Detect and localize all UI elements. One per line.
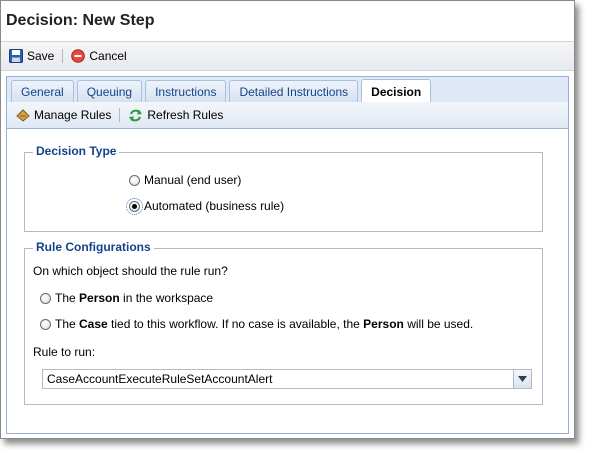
- manual-radio[interactable]: [129, 174, 140, 186]
- dropdown-trigger[interactable]: [513, 370, 531, 388]
- rule-select-value: CaseAccountExecuteRuleSetAccountAlert: [47, 372, 273, 386]
- automated-option[interactable]: Automated (business rule): [126, 197, 285, 215]
- tab-queuing[interactable]: Queuing: [76, 80, 143, 102]
- cancel-icon: [71, 49, 86, 63]
- tab-strip: General Queuing Instructions Detailed In…: [7, 77, 568, 103]
- tab-detailed-instructions[interactable]: Detailed Instructions: [229, 80, 359, 102]
- decision-panel: Manage Rules Refresh Rules Decision Type: [7, 102, 568, 433]
- save-label: Save: [27, 49, 55, 63]
- tab-decision[interactable]: Decision: [361, 79, 432, 103]
- title-bar: Decision: New Step: [1, 1, 574, 42]
- case-label: The Case tied to this workflow. If no ca…: [55, 317, 474, 331]
- rules-toolbar: Manage Rules Refresh Rules: [7, 102, 568, 129]
- save-icon: [9, 49, 23, 63]
- toolbar-divider: [62, 49, 64, 63]
- manage-rules-label: Manage Rules: [34, 108, 112, 122]
- main-toolbar: Save Cancel: [1, 42, 574, 71]
- dialog-title: Decision: New Step: [6, 12, 155, 29]
- case-option[interactable]: The Case tied to this workflow. If no ca…: [40, 317, 473, 331]
- rule-config-legend: Rule Configurations: [33, 240, 154, 254]
- manual-option[interactable]: Manual (end user): [129, 173, 241, 187]
- step-dialog: Decision: New Step Save Cancel General Q…: [0, 0, 575, 439]
- decision-type-group: Decision Type Manual (end user) Automate…: [24, 144, 543, 232]
- manual-label: Manual (end user): [144, 173, 242, 187]
- case-radio[interactable]: [40, 318, 51, 330]
- toolbar-divider: [119, 108, 121, 122]
- refresh-icon: [129, 109, 143, 121]
- decision-type-legend: Decision Type: [33, 144, 120, 158]
- refresh-rules-button[interactable]: Refresh Rules: [125, 106, 226, 125]
- tab-general[interactable]: General: [11, 80, 74, 102]
- person-option[interactable]: The Person in the workspace: [40, 291, 213, 305]
- person-radio[interactable]: [40, 292, 51, 304]
- rule-to-run-label: Rule to run:: [33, 345, 96, 359]
- person-label: The Person in the workspace: [55, 291, 214, 305]
- rule-select[interactable]: CaseAccountExecuteRuleSetAccountAlert: [42, 369, 532, 389]
- cancel-button[interactable]: Cancel: [68, 47, 129, 65]
- rules-edit-icon: [16, 109, 30, 122]
- automated-radio[interactable]: [126, 197, 143, 215]
- refresh-rules-label: Refresh Rules: [147, 108, 224, 122]
- chevron-down-icon: [518, 376, 527, 382]
- object-question: On which object should the rule run?: [33, 264, 228, 278]
- tab-panel: General Queuing Instructions Detailed In…: [6, 76, 569, 434]
- save-button[interactable]: Save: [6, 47, 57, 65]
- cancel-label: Cancel: [89, 49, 127, 63]
- manage-rules-button[interactable]: Manage Rules: [13, 106, 114, 124]
- automated-label: Automated (business rule): [144, 199, 285, 213]
- tab-instructions[interactable]: Instructions: [145, 80, 227, 102]
